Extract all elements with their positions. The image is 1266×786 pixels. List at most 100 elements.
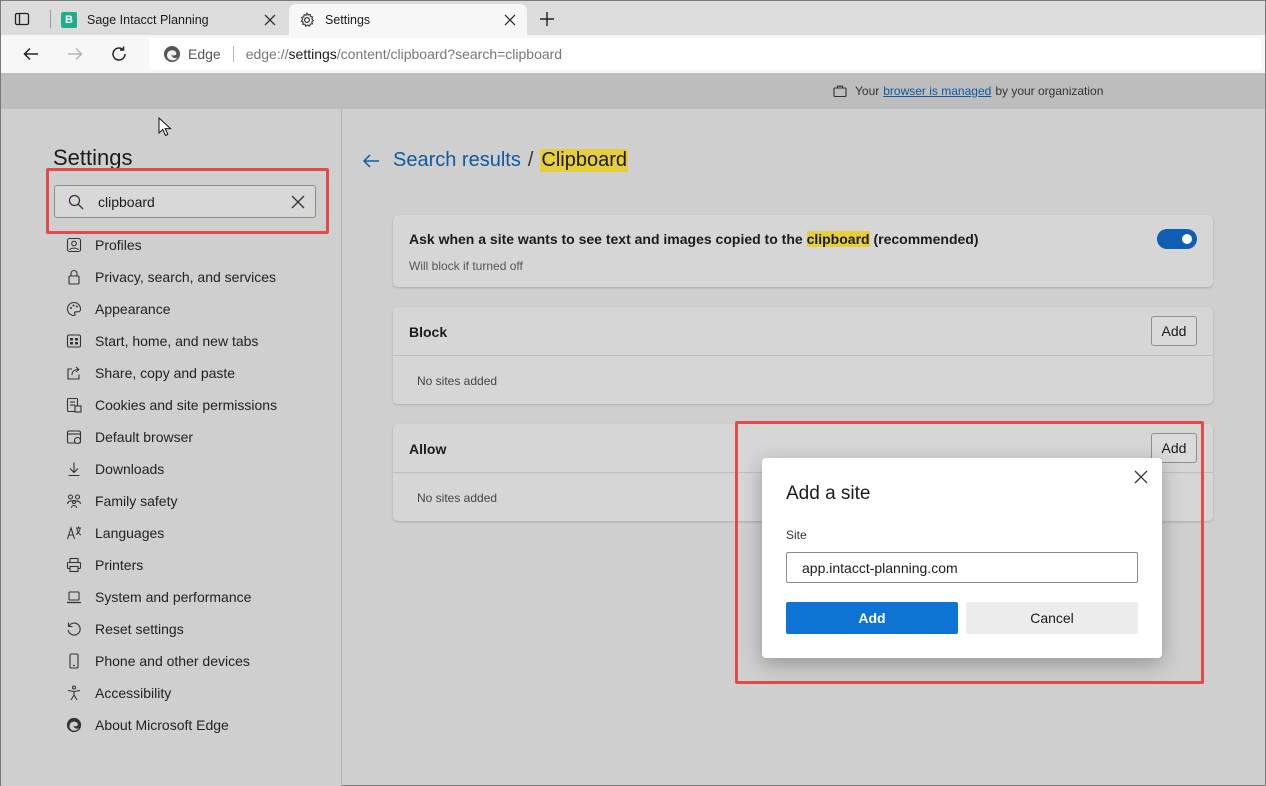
tab-strip: B Sage Intacct Planning Settings [0, 0, 1266, 36]
sidebar-item-label: Default browser [95, 429, 194, 445]
browser-name: Edge [188, 46, 221, 62]
allow-section-title: Allow [409, 441, 447, 457]
family-icon [65, 492, 83, 510]
sidebar-item-label: Privacy, search, and services [95, 269, 277, 285]
block-section-title: Block [409, 324, 448, 340]
address-divider [232, 46, 234, 62]
sidebar-nav: Profiles Privacy, search, and services A… [65, 229, 277, 741]
clipboard-permission-card: Ask when a site wants to see text and im… [393, 215, 1213, 287]
sidebar-item-label: Start, home, and new tabs [95, 333, 259, 349]
sidebar-item-label: Downloads [95, 461, 165, 477]
site-input[interactable]: app.intacct-planning.com [786, 552, 1138, 583]
managed-prefix: Your [855, 84, 880, 98]
sidebar-item-family-safety[interactable]: Family safety [65, 485, 277, 517]
breadcrumb-separator: / [527, 149, 534, 171]
back-arrow-icon[interactable] [18, 41, 44, 67]
sidebar-item-languages[interactable]: Languages [65, 517, 277, 549]
url-host: settings [288, 46, 337, 62]
sidebar-item-start-home[interactable]: Start, home, and new tabs [65, 325, 277, 357]
refresh-icon[interactable] [106, 41, 132, 67]
dialog-close-icon[interactable] [1132, 468, 1150, 486]
managed-notice-bar: Your browser is managed by your organiza… [1, 73, 1265, 109]
sidebar-item-reset-settings[interactable]: Reset settings [65, 613, 277, 645]
sidebar-item-downloads[interactable]: Downloads [65, 453, 277, 485]
add-site-dialog: Add a site Site app.intacct-planning.com… [762, 458, 1162, 658]
address-bar[interactable]: Edge edge://settings/content/clipboard?s… [149, 38, 1261, 70]
sidebar-item-label: Family safety [95, 493, 178, 509]
clipboard-ask-toggle[interactable] [1157, 229, 1197, 249]
lock-icon [65, 268, 83, 286]
sidebar-item-label: System and performance [95, 589, 252, 605]
toggle-knob [1182, 234, 1192, 244]
sidebar-item-label: Accessibility [95, 685, 172, 701]
sidebar-item-phone-devices[interactable]: Phone and other devices [65, 645, 277, 677]
tab-sage-intacct[interactable]: B Sage Intacct Planning [51, 4, 287, 36]
managed-notice: Your browser is managed by your organiza… [833, 84, 1103, 98]
managed-suffix: by your organization [995, 84, 1104, 98]
sidebar-item-about-edge[interactable]: About Microsoft Edge [65, 709, 277, 741]
sidebar-item-privacy[interactable]: Privacy, search, and services [65, 261, 277, 293]
sidebar-item-accessibility[interactable]: Accessibility [65, 677, 277, 709]
search-highlight-box [46, 168, 329, 234]
sidebar-item-printers[interactable]: Printers [65, 549, 277, 581]
sidebar-item-share-copy-paste[interactable]: Share, copy and paste [65, 357, 277, 389]
section-divider [393, 355, 1213, 356]
allow-empty-text: No sites added [417, 491, 498, 505]
browser-icon [65, 428, 83, 446]
sidebar-item-label: Appearance [95, 301, 171, 317]
browser-managed-link[interactable]: browser is managed [883, 84, 991, 98]
url-path: /content/clipboard?search=clipboard [336, 46, 563, 62]
mouse-cursor-icon [158, 117, 172, 137]
title-after: (recommended) [873, 231, 979, 247]
settings-sidebar: Settings clipboard Profiles Privacy, sea… [1, 109, 342, 786]
title-highlight: clipboard [806, 231, 870, 247]
home-tabs-icon [65, 332, 83, 350]
site-field-label: Site [786, 528, 807, 542]
download-icon [65, 460, 83, 478]
sidebar-item-cookies[interactable]: Cookies and site permissions [65, 389, 277, 421]
forward-arrow-icon[interactable] [62, 41, 88, 67]
language-icon [65, 524, 83, 542]
tab-settings[interactable]: Settings [289, 4, 527, 36]
sidebar-item-system-performance[interactable]: System and performance [65, 581, 277, 613]
tab-actions-icon[interactable] [11, 8, 33, 30]
breadcrumb-current: Clipboard [540, 149, 629, 172]
block-empty-text: No sites added [417, 374, 498, 388]
tab-close-icon[interactable] [499, 9, 521, 31]
sidebar-item-label: Share, copy and paste [95, 365, 236, 381]
dialog-cancel-button[interactable]: Cancel [966, 602, 1138, 634]
palette-icon [65, 300, 83, 318]
sidebar-item-appearance[interactable]: Appearance [65, 293, 277, 325]
new-tab-plus-icon[interactable] [535, 7, 559, 31]
block-section: Block Add No sites added [393, 307, 1213, 404]
share-icon [65, 364, 83, 382]
back-arrow-icon[interactable] [361, 151, 381, 171]
sidebar-item-label: Profiles [95, 237, 142, 253]
sidebar-item-default-browser[interactable]: Default browser [65, 421, 277, 453]
block-add-button[interactable]: Add [1151, 316, 1197, 346]
sidebar-item-label: Phone and other devices [95, 653, 250, 669]
dialog-add-button[interactable]: Add [786, 602, 958, 634]
profile-icon [65, 236, 83, 254]
title-before: Ask when a site wants to see text and im… [409, 231, 803, 247]
sidebar-item-label: Printers [95, 557, 144, 573]
edge-icon [65, 716, 83, 734]
tab-close-icon[interactable] [259, 9, 281, 31]
clipboard-setting-title: Ask when a site wants to see text and im… [409, 231, 979, 247]
accessibility-icon [65, 684, 83, 702]
url-scheme: edge:// [245, 46, 289, 62]
laptop-icon [65, 588, 83, 606]
sidebar-item-label: Cookies and site permissions [95, 397, 278, 413]
tab-title: Settings [325, 13, 371, 27]
gear-icon [299, 12, 315, 28]
browser-toolbar: Edge edge://settings/content/clipboard?s… [0, 35, 1266, 73]
dialog-title: Add a site [786, 483, 871, 504]
breadcrumb-search-results-link[interactable]: Search results [393, 149, 521, 172]
edge-logo-icon [164, 46, 180, 62]
briefcase-icon [833, 85, 847, 98]
tab-title: Sage Intacct Planning [87, 13, 209, 27]
sidebar-item-label: Reset settings [95, 621, 184, 637]
sidebar-item-label: About Microsoft Edge [95, 717, 229, 733]
sidebar-item-profiles[interactable]: Profiles [65, 229, 277, 261]
breadcrumb: Search results / Clipboard [361, 149, 629, 172]
